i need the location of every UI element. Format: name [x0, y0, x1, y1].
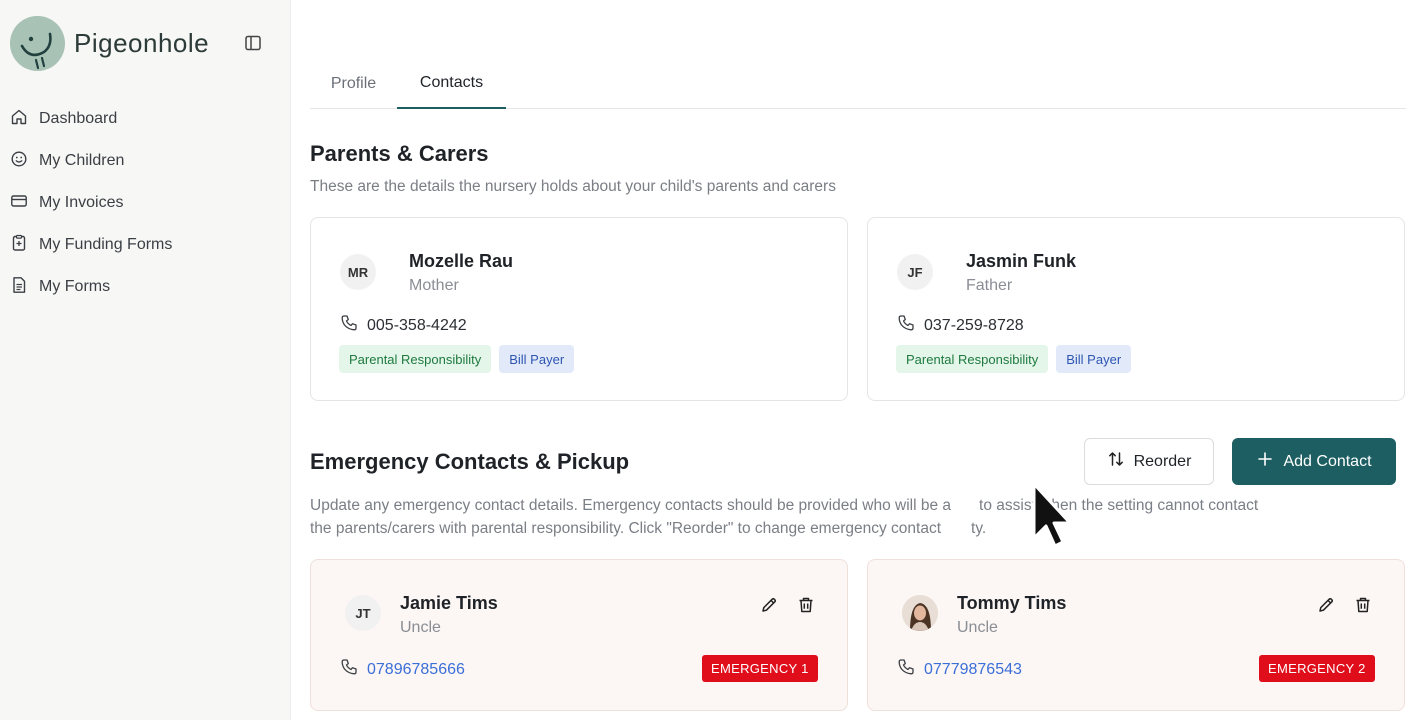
phone-row: 005-358-4242: [340, 314, 467, 337]
bill-payer-badge: Bill Payer: [1056, 345, 1132, 373]
sort-arrows-icon: [1107, 450, 1134, 473]
sidebar-toggle-icon[interactable]: [244, 34, 262, 52]
parent-card: JF Jasmin Funk Father 037-259-8728 Paren…: [867, 217, 1405, 401]
sidebar-item-label: My Funding Forms: [39, 236, 173, 253]
avatar: JF: [897, 254, 933, 290]
home-icon: [10, 108, 28, 131]
phone-row: 07896785666: [340, 658, 465, 681]
phone-icon: [340, 658, 358, 681]
tab-profile[interactable]: Profile: [310, 58, 397, 109]
parents-section-title: Parents & Carers: [310, 141, 489, 166]
sidebar-item-label: Dashboard: [39, 110, 118, 127]
sidebar-item-label: My Children: [39, 152, 125, 169]
tab-contacts[interactable]: Contacts: [397, 58, 506, 109]
pigeonhole-logo-icon: [10, 16, 65, 71]
emergency-priority-badge: EMERGENCY 1: [702, 655, 818, 682]
tab-bar: Profile Contacts: [310, 58, 1406, 109]
sidebar-item-label: My Forms: [39, 278, 111, 295]
contact-relation: Mother: [409, 277, 459, 294]
sidebar-item-label: My Invoices: [39, 194, 124, 211]
brand-name: Pigeonhole: [74, 28, 210, 58]
phone-icon: [340, 314, 358, 337]
sidebar-item-my-forms[interactable]: My Forms: [10, 266, 275, 308]
contact-name: Mozelle Rau: [409, 251, 514, 271]
contact-relation: Uncle: [957, 619, 998, 636]
reorder-label: Reorder: [1133, 452, 1192, 470]
edit-pencil-icon[interactable]: [759, 595, 779, 615]
sidebar-item-my-invoices[interactable]: My Invoices: [10, 182, 275, 224]
avatar: JT: [345, 595, 381, 631]
phone-row: 037-259-8728: [897, 314, 1024, 337]
smile-icon: [10, 150, 28, 173]
document-icon: [10, 276, 28, 299]
contact-name: Tommy Tims: [957, 593, 1067, 613]
phone-link[interactable]: 07896785666: [367, 661, 465, 679]
add-contact-button[interactable]: Add Contact: [1232, 438, 1396, 485]
reorder-button[interactable]: Reorder: [1084, 438, 1214, 485]
delete-trash-icon[interactable]: [1353, 595, 1373, 615]
brand[interactable]: Pigeonhole: [10, 16, 209, 71]
avatar: MR: [340, 254, 376, 290]
main-content: Profile Contacts Parents & Carers These …: [310, 0, 1406, 720]
parent-card: MR Mozelle Rau Mother 005-358-4242 Paren…: [310, 217, 848, 401]
phone-link[interactable]: 07779876543: [924, 661, 1022, 679]
parental-responsibility-badge: Parental Responsibility: [896, 345, 1049, 373]
bill-payer-badge: Bill Payer: [499, 345, 575, 373]
emergency-section-description: Update any emergency contact details. Em…: [310, 494, 1400, 540]
badge-group: Parental Responsibility Bill Payer: [339, 345, 575, 373]
parental-responsibility-badge: Parental Responsibility: [339, 345, 492, 373]
delete-trash-icon[interactable]: [796, 595, 816, 615]
emergency-contact-card: JT Jamie Tims Uncle 07896785666 EMERGENC…: [310, 559, 848, 711]
phone-row: 07779876543: [897, 658, 1022, 681]
plus-icon: [1256, 450, 1283, 473]
mouse-cursor-icon: [1030, 482, 1072, 552]
description-line-1-end: to assist when the setting cannot contac…: [979, 497, 1259, 514]
contact-relation: Father: [966, 277, 1013, 294]
sidebar-item-dashboard[interactable]: Dashboard: [10, 98, 275, 140]
contact-name: Jamie Tims: [400, 593, 498, 613]
sidebar: Pigeonhole Dashboard My Children My Invo…: [0, 0, 291, 720]
emergency-contact-card: Tommy Tims Uncle 07779876543 EMERGENCY 2: [867, 559, 1405, 711]
contact-name: Jasmin Funk: [966, 251, 1077, 271]
badge-group: Parental Responsibility Bill Payer: [896, 345, 1132, 373]
parents-section-description: These are the details the nursery holds …: [310, 178, 836, 195]
description-line-2: the parents/carers with parental respons…: [310, 520, 942, 537]
phone-number: 005-358-4242: [367, 316, 467, 334]
clipboard-icon: [10, 234, 28, 257]
add-contact-label: Add Contact: [1283, 452, 1372, 470]
phone-icon: [897, 658, 915, 681]
phone-icon: [897, 314, 915, 337]
description-line-2-end: ty.: [971, 520, 987, 537]
phone-number: 037-259-8728: [924, 316, 1024, 334]
sidebar-item-my-children[interactable]: My Children: [10, 140, 275, 182]
contact-relation: Uncle: [400, 619, 441, 636]
credit-card-icon: [10, 192, 28, 215]
sidebar-item-my-funding-forms[interactable]: My Funding Forms: [10, 224, 275, 266]
emergency-priority-badge: EMERGENCY 2: [1259, 655, 1375, 682]
description-line-1: Update any emergency contact details. Em…: [310, 497, 952, 514]
edit-pencil-icon[interactable]: [1316, 595, 1336, 615]
sidebar-nav: Dashboard My Children My Invoices My Fun…: [10, 98, 275, 308]
avatar-photo: [902, 595, 938, 631]
emergency-section-title: Emergency Contacts & Pickup: [310, 449, 630, 474]
